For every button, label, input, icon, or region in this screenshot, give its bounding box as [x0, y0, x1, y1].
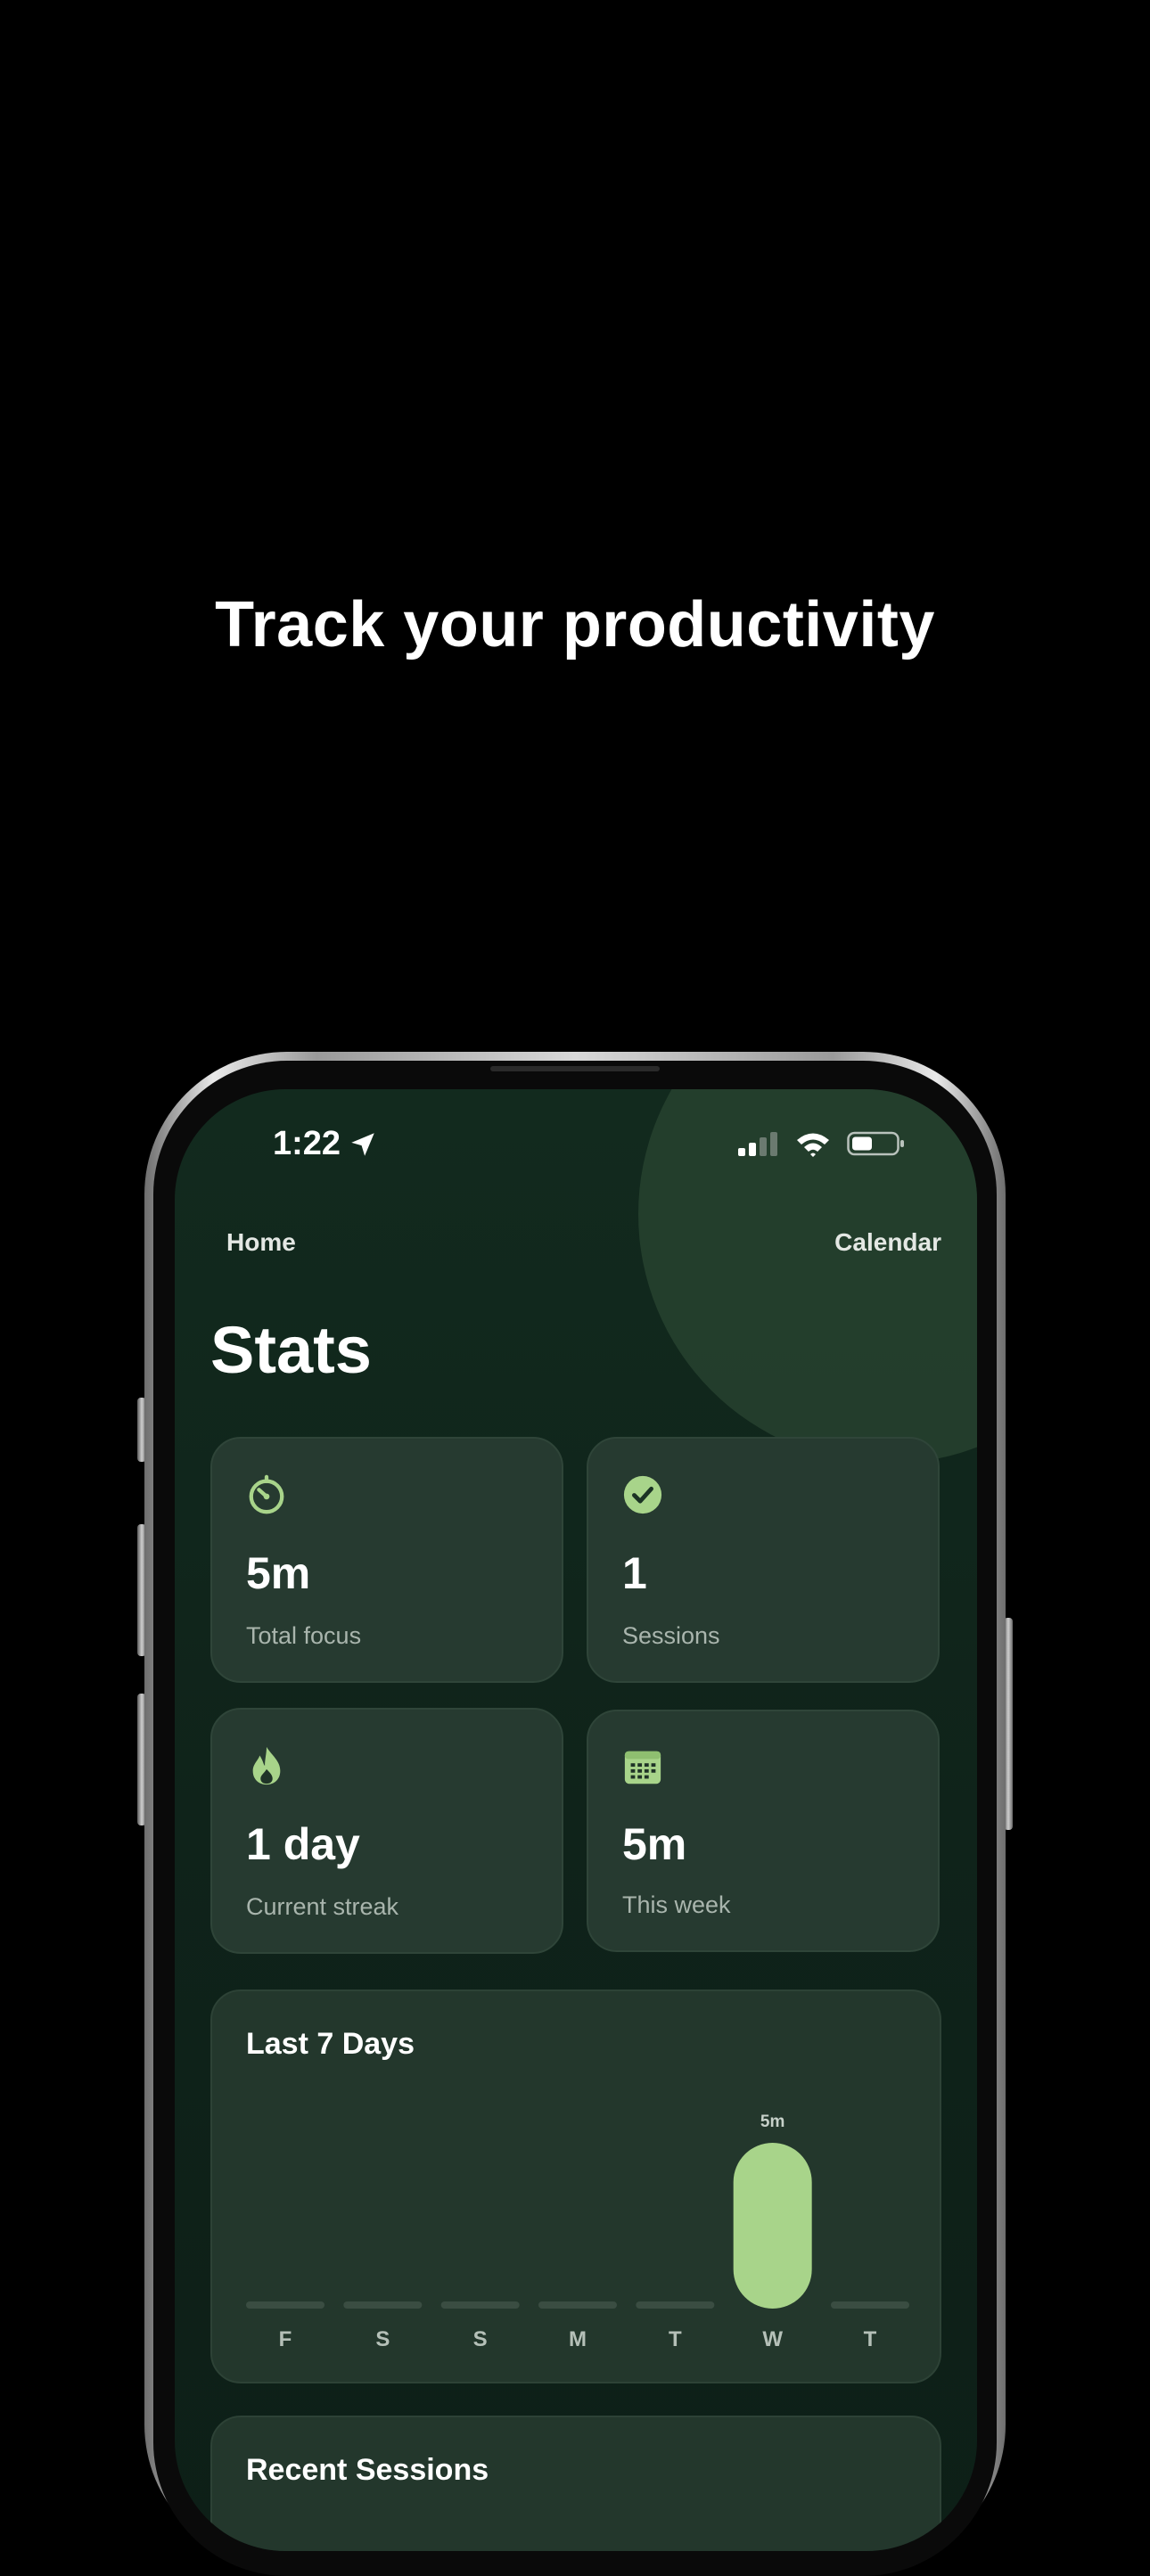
location-arrow-icon [351, 1132, 374, 1156]
status-time-text: 1:22 [273, 1125, 341, 1162]
last-7-days-chart: F S S M T 5m W T [246, 2112, 909, 2351]
battery-icon [847, 1131, 904, 1156]
earpiece-speaker [490, 1066, 660, 1071]
chart-x-tick-label: W [762, 2327, 783, 2351]
chart-x-tick-label: T [669, 2327, 682, 2351]
wifi-icon [797, 1133, 829, 1157]
chart-bar [733, 2143, 812, 2309]
stat-card-total-focus: 5m Total focus [210, 1437, 563, 1683]
chart-data-label: 5m [760, 2112, 784, 2131]
stat-value: 5m [246, 1548, 311, 1598]
stat-value: 1 [622, 1548, 647, 1598]
chart-x-tick-label: T [864, 2327, 877, 2351]
stat-card-current-streak: 1 day Current streak [210, 1708, 563, 1954]
status-indicators [736, 1130, 906, 1157]
stat-label: Total focus [246, 1622, 362, 1649]
chart-x-tick-label: M [569, 2327, 587, 2351]
stat-label: Current streak [246, 1893, 399, 1920]
headline: Track your productivity [215, 589, 935, 660]
status-time: 1:22 [273, 1125, 378, 1163]
stat-value: 5m [622, 1819, 687, 1869]
calendar-grid-icon [624, 1751, 661, 1784]
chart-bar [636, 2301, 715, 2309]
chart-bar [343, 2301, 423, 2309]
stat-card-this-week: 5m This week [587, 1710, 940, 1952]
flame-icon [252, 1746, 281, 1785]
nav-home-button[interactable]: Home [226, 1228, 296, 1257]
chart-x-tick-label: F [279, 2327, 292, 2351]
chart-bar [831, 2301, 909, 2309]
last-7-days-chart-card: Last 7 Days F S S M T 5m W T [210, 1989, 941, 2383]
timer-icon [249, 1474, 284, 1514]
stat-label: Sessions [622, 1622, 720, 1649]
recent-sessions-card: Recent Sessions [210, 2416, 941, 2551]
chart-x-tick-label: S [473, 2327, 488, 2351]
chart-bar [440, 2301, 520, 2309]
stat-value: 1 day [246, 1819, 360, 1869]
stat-card-sessions: 1 Sessions [587, 1437, 940, 1683]
cellular-signal-icon [738, 1132, 777, 1156]
chart-bar [246, 2301, 324, 2309]
nav-calendar-button[interactable]: Calendar [834, 1228, 941, 1257]
page-title: Stats [210, 1313, 372, 1387]
phone-screen: 1:22 Home Calendar Stats 5m Total focus … [175, 1089, 977, 2551]
recent-sessions-title: Recent Sessions [246, 2453, 489, 2487]
chart-bar [538, 2301, 617, 2309]
chart-x-tick-label: S [375, 2327, 390, 2351]
stat-label: This week [622, 1891, 731, 1918]
check-circle-icon [623, 1475, 662, 1514]
